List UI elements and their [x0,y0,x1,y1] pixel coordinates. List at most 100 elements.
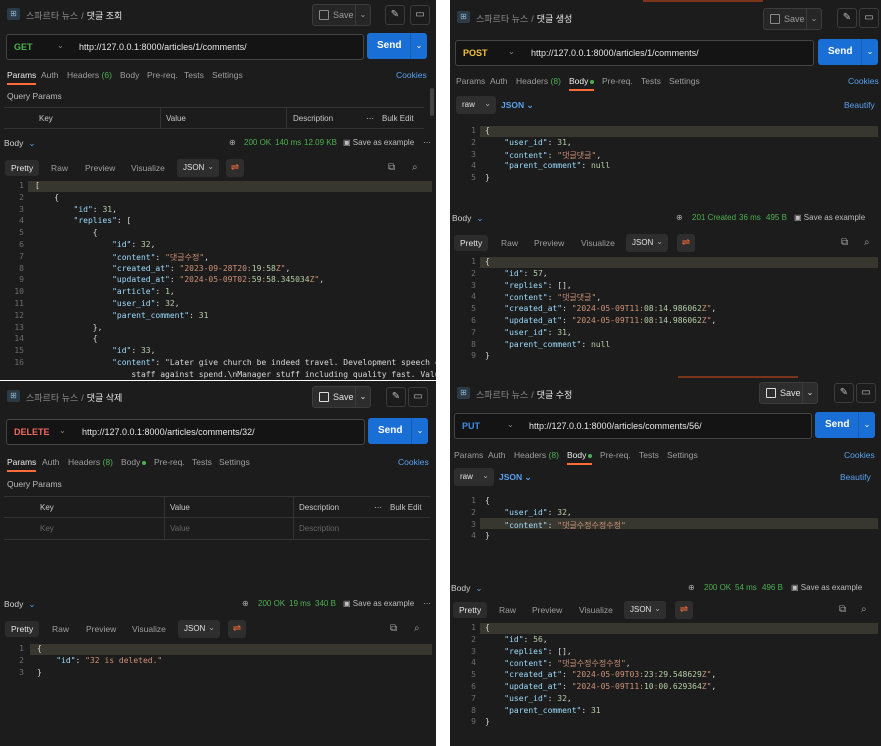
send-button[interactable]: Send ⌄ [818,39,878,65]
body-mode-select[interactable]: raw ⌄ [454,468,494,486]
tab-auth[interactable]: Auth [41,70,59,80]
tab-preview[interactable]: Preview [85,163,115,173]
save-button[interactable]: Save ⌄ [763,8,822,30]
method-select[interactable]: PUT [462,421,480,431]
tab-auth[interactable]: Auth [42,457,60,467]
tab-raw[interactable]: Raw [51,163,68,173]
chevron-down-icon[interactable]: ⌄ [57,41,64,50]
tab-params[interactable]: Params [454,450,483,460]
tab-visualize[interactable]: Visualize [132,624,166,634]
tab-tests[interactable]: Tests [192,457,212,467]
tab-preview[interactable]: Preview [532,605,562,615]
send-button[interactable]: Send ⌄ [368,418,428,444]
comment-icon[interactable]: ▭ [410,5,430,25]
tab-headers[interactable]: Headers (8) [68,457,113,467]
format-select[interactable]: JSON ⌄ [626,234,668,252]
method-select[interactable]: POST [463,48,488,58]
tab-headers[interactable]: Headers (8) [516,76,561,86]
tab-tests[interactable]: Tests [641,76,661,86]
scrollbar[interactable] [430,88,434,116]
send-button[interactable]: Send ⌄ [367,33,427,59]
format-select[interactable]: JSON ⌄ [178,620,220,638]
save-example-button[interactable]: ▣ Save as example [791,583,862,592]
workspace-name[interactable]: 스파르타 뉴스 [476,390,528,400]
chevron-down-icon[interactable]: ⌄ [858,412,875,438]
cookies-link[interactable]: Cookies [396,70,427,80]
url-input[interactable]: http://127.0.0.1:8000/articles/comments/… [529,421,702,431]
bulk-edit-button[interactable]: Bulk Edit [382,114,414,123]
body-format-select[interactable]: JSON ⌄ [501,100,534,111]
tab-headers[interactable]: Headers (8) [514,450,559,460]
url-bar[interactable]: GET ⌄ http://127.0.0.1:8000/articles/1/c… [6,34,364,60]
tab-params[interactable]: Params [7,70,37,85]
tab-pre-req[interactable]: Pre-req. [154,457,185,467]
body-mode-select[interactable]: raw ⌄ [456,96,496,114]
tab-preview[interactable]: Preview [86,624,116,634]
tab-pre-req[interactable]: Pre-req. [602,76,633,86]
method-select[interactable]: DELETE [14,427,50,437]
search-icon[interactable]: ⌕ [864,237,870,248]
wrap-icon[interactable]: ⇌ [226,159,244,177]
search-icon[interactable]: ⌕ [412,162,418,173]
tab-body[interactable]: Body [567,450,593,465]
copy-icon[interactable]: ⧉ [839,604,846,615]
tab-pretty[interactable]: Pretty [5,621,40,637]
request-body-editor[interactable]: 1 {2 "user_id": 32, 3 "content": "댓글수정수정수정… [450,496,881,548]
chevron-down-icon[interactable]: ⌄ [355,387,370,407]
copy-icon[interactable]: ⧉ [388,162,395,173]
workspace-name[interactable]: 스파르타 뉴스 [26,393,78,403]
comment-icon[interactable]: ▭ [859,8,879,28]
edit-icon[interactable]: ✎ [385,5,405,25]
copy-icon[interactable]: ⧉ [841,237,848,248]
value-input[interactable]: Value [170,524,190,533]
tab-settings[interactable]: Settings [212,70,243,80]
save-button[interactable]: Save ⌄ [759,382,818,404]
save-button[interactable]: Save ⌄ [312,386,371,408]
chevron-down-icon[interactable]: ⌄ [411,418,428,444]
tab-params[interactable]: Params [7,457,37,472]
format-select[interactable]: JSON ⌄ [624,601,666,619]
url-input[interactable]: http://127.0.0.1:8000/articles/1/comment… [531,48,699,58]
tab-pretty[interactable]: Pretty [454,235,489,251]
save-example-button[interactable]: ▣ Save as example [343,138,414,147]
tab-tests[interactable]: Tests [184,70,204,80]
response-body-toggle[interactable]: Body ⌄ [4,599,36,610]
tab-settings[interactable]: Settings [669,76,700,86]
format-select[interactable]: JSON ⌄ [177,159,219,177]
tab-visualize[interactable]: Visualize [579,605,613,615]
tab-raw[interactable]: Raw [501,238,518,248]
beautify-link[interactable]: Beautify [840,472,871,482]
save-example-button[interactable]: ▣ Save as example [794,213,865,222]
comment-icon[interactable]: ▭ [856,383,876,403]
more-icon[interactable]: ⋯ [366,114,374,123]
response-body-toggle[interactable]: Body ⌄ [4,138,36,149]
chevron-down-icon[interactable]: ⌄ [355,5,370,25]
workspace-name[interactable]: 스파르타 뉴스 [476,14,528,24]
method-select[interactable]: GET [14,42,33,52]
chevron-down-icon[interactable]: ⌄ [59,426,66,435]
send-button[interactable]: Send ⌄ [815,412,875,438]
tab-auth[interactable]: Auth [490,76,508,86]
url-bar[interactable]: PUT ⌄ http://127.0.0.1:8000/articles/com… [454,413,812,439]
request-name[interactable]: 댓글 조회 [87,11,123,21]
response-body-toggle[interactable]: Body ⌄ [452,213,484,224]
cookies-link[interactable]: Cookies [844,450,875,460]
wrap-icon[interactable]: ⇌ [228,620,246,638]
tab-params[interactable]: Params [456,76,485,86]
comment-icon[interactable]: ▭ [408,387,428,407]
search-icon[interactable]: ⌕ [414,623,420,634]
tab-raw[interactable]: Raw [499,605,516,615]
more-icon[interactable]: ⋯ [374,503,382,512]
tab-tests[interactable]: Tests [639,450,659,460]
save-example-button[interactable]: ▣ Save as example [343,599,414,608]
request-body-editor[interactable]: 1{2 "user_id": 31, 3 "content": "댓글댓글", 4 … [450,126,881,190]
tab-visualize[interactable]: Visualize [131,163,165,173]
url-input[interactable]: http://127.0.0.1:8000/articles/1/comment… [79,42,247,52]
chevron-down-icon[interactable]: ⌄ [508,47,515,56]
tab-body[interactable]: Body [121,457,147,467]
bulk-edit-button[interactable]: Bulk Edit [390,503,422,512]
request-name[interactable]: 댓글 생성 [537,14,573,24]
key-input[interactable]: Key [40,524,54,533]
save-button[interactable]: Save ⌄ [312,4,371,26]
tab-settings[interactable]: Settings [667,450,698,460]
